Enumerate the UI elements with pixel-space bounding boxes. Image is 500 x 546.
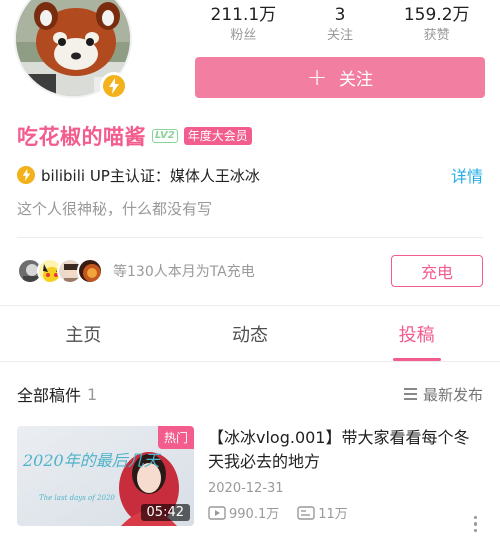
follow-label: 关注 bbox=[339, 70, 374, 90]
submissions-title: 全部稿件 bbox=[17, 386, 82, 405]
tab-submissions[interactable]: 投稿 bbox=[333, 306, 500, 361]
profile-sign: 这个人很神秘，什么都没有写 bbox=[17, 200, 213, 218]
views-count: 990.1万 bbox=[229, 507, 280, 522]
video-title[interactable]: 【冰冰vlog.001】带大家看看每个冬天我必去的地方 bbox=[208, 426, 483, 474]
stat-followers[interactable]: 211.1万 粉丝 bbox=[195, 4, 292, 45]
level-badge: LV2 bbox=[152, 129, 178, 143]
danmaku-stat: 11万 bbox=[297, 503, 348, 522]
username: 吃花椒的喵酱 bbox=[17, 125, 146, 149]
hot-badge: 热门 bbox=[157, 426, 194, 449]
lightning-cert-icon bbox=[17, 166, 35, 184]
charge-summary: 等130人本月为TA充电 bbox=[113, 264, 255, 280]
danmaku-count: 11万 bbox=[318, 507, 348, 522]
plus-icon: + bbox=[306, 62, 328, 91]
charger-avatar bbox=[77, 258, 103, 284]
tab-home[interactable]: 主页 bbox=[0, 306, 167, 361]
video-duration: 05:42 bbox=[140, 504, 190, 521]
stat-following[interactable]: 3 关注 bbox=[292, 4, 389, 45]
profile-tabs: 主页 动态 投稿 bbox=[0, 306, 500, 361]
submissions-count: 1 bbox=[87, 384, 98, 404]
list-sort-icon bbox=[403, 388, 417, 400]
certification-row: bilibili UP主认证：媒体人王冰冰 详情 bbox=[17, 163, 483, 187]
name-row: 吃花椒的喵酱 LV2 年度大会员 bbox=[17, 121, 252, 151]
follow-button[interactable]: + 关注 bbox=[195, 57, 485, 98]
vip-badge[interactable]: 年度大会员 bbox=[183, 127, 252, 145]
stat-label: 关注 bbox=[327, 28, 354, 43]
tab-dynamic[interactable]: 动态 bbox=[167, 306, 334, 361]
video-meta: 990.1万 11万 bbox=[208, 503, 483, 522]
stats-bar: 211.1万 粉丝 3 关注 159.2万 获赞 bbox=[195, 4, 485, 45]
stat-likes[interactable]: 159.2万 获赞 bbox=[388, 4, 485, 45]
charge-row: 等130人本月为TA充电 充电 bbox=[17, 255, 483, 287]
video-thumbnail[interactable]: 2020年的最后几天 The last days of 2020 热门 05:4… bbox=[17, 426, 194, 526]
more-options-icon[interactable] bbox=[473, 515, 477, 532]
thumb-caption: 2020年的最后几天 bbox=[22, 451, 162, 470]
views-stat: 990.1万 bbox=[208, 503, 279, 522]
details-link[interactable]: 详情 bbox=[451, 163, 483, 187]
sort-label: 最新发布 bbox=[422, 385, 483, 404]
video-list-item[interactable]: 2020年的最后几天 The last days of 2020 热门 05:4… bbox=[17, 426, 483, 532]
play-count-icon bbox=[208, 505, 226, 520]
stat-label: 获赞 bbox=[423, 28, 450, 43]
stat-value: 159.2万 bbox=[403, 5, 470, 25]
divider bbox=[17, 237, 483, 238]
sort-button[interactable]: 最新发布 bbox=[403, 384, 483, 405]
stat-value: 3 bbox=[334, 5, 346, 25]
tabs-divider bbox=[0, 361, 500, 362]
stat-value: 211.1万 bbox=[210, 5, 277, 25]
lightning-verified-icon bbox=[100, 72, 128, 100]
submissions-header: 全部稿件 1 最新发布 bbox=[17, 382, 483, 406]
video-info: 【冰冰vlog.001】带大家看看每个冬天我必去的地方 2020-12-31 9… bbox=[208, 426, 483, 532]
stat-label: 粉丝 bbox=[230, 28, 257, 43]
charger-avatars[interactable] bbox=[17, 258, 103, 284]
charge-button[interactable]: 充电 bbox=[391, 255, 483, 287]
thumb-subtitle: The last days of 2020 bbox=[39, 494, 115, 502]
danmaku-icon bbox=[297, 505, 315, 520]
video-date: 2020-12-31 bbox=[208, 481, 284, 496]
certification-text: bilibili UP主认证：媒体人王冰冰 bbox=[41, 166, 260, 185]
profile-avatar-wrap[interactable] bbox=[14, 0, 132, 100]
